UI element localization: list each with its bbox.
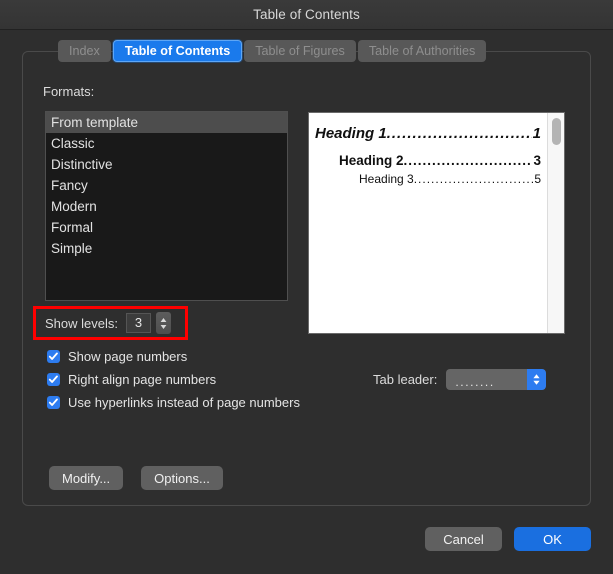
preview-heading-2-line: Heading 2 ..............................… [339, 153, 541, 168]
preview-heading-3-leader: ................................ [414, 172, 534, 186]
checkbox-row-right-align-page-numbers[interactable]: Right align page numbers [47, 368, 300, 391]
list-item-simple[interactable]: Simple [46, 238, 287, 259]
tab-table-of-authorities[interactable]: Table of Authorities [358, 40, 486, 62]
stepper-chevrons-icon [159, 316, 168, 331]
tab-leader-select[interactable]: ........ [446, 369, 546, 390]
checkbox-label-right-align-page-numbers: Right align page numbers [68, 372, 216, 387]
preview-heading-1-page: 1 [532, 125, 541, 142]
tab-leader-value: ........ [446, 377, 494, 387]
preview-scrollbar[interactable] [547, 113, 564, 333]
show-levels-highlight-annotation: Show levels: 3 [33, 306, 188, 340]
preview-heading-3-page: 5 [533, 172, 541, 186]
preview-heading-2-leader: .............................. [404, 153, 533, 168]
tab-index[interactable]: Index [58, 40, 111, 62]
tab-leader-control: Tab leader: ........ [373, 369, 546, 390]
checkbox-right-align-page-numbers[interactable] [47, 373, 60, 386]
list-item-modern[interactable]: Modern [46, 196, 287, 217]
checkbox-show-page-numbers[interactable] [47, 350, 60, 363]
cancel-button[interactable]: Cancel [425, 527, 502, 551]
preview-heading-1-leader: ...................................... [387, 125, 532, 142]
options-checkbox-group: Show page numbers Right align page numbe… [47, 345, 300, 414]
formats-listbox[interactable]: From template Classic Distinctive Fancy … [45, 111, 288, 301]
list-item-classic[interactable]: Classic [46, 133, 287, 154]
list-item-from-template[interactable]: From template [46, 112, 287, 133]
preview-heading-1-text: Heading 1 [315, 125, 387, 142]
checkmark-icon [48, 351, 59, 362]
preview-scrollbar-thumb[interactable] [552, 118, 561, 145]
list-item-fancy[interactable]: Fancy [46, 175, 287, 196]
preview-heading-2-page: 3 [532, 153, 541, 168]
checkmark-icon [48, 374, 59, 385]
preview-heading-1-line: Heading 1 ..............................… [315, 125, 541, 142]
dialog-titlebar: Table of Contents [0, 0, 613, 30]
list-item-distinctive[interactable]: Distinctive [46, 154, 287, 175]
checkbox-row-use-hyperlinks[interactable]: Use hyperlinks instead of page numbers [47, 391, 300, 414]
checkmark-icon [48, 397, 59, 408]
preview-heading-3-text: Heading 3 [359, 172, 414, 186]
tab-table-of-contents[interactable]: Table of Contents [113, 40, 242, 62]
ok-button[interactable]: OK [514, 527, 591, 551]
list-item-formal[interactable]: Formal [46, 217, 287, 238]
lower-button-row: Modify... Options... [49, 466, 223, 490]
print-preview-panel: Heading 1 ..............................… [308, 112, 565, 334]
tab-bar: Index Table of Contents Table of Figures… [58, 40, 488, 62]
checkbox-label-show-page-numbers: Show page numbers [68, 349, 187, 364]
tab-leader-label: Tab leader: [373, 372, 437, 387]
chevron-up-down-icon [531, 372, 542, 387]
dialog-footer-buttons: Cancel OK [425, 527, 591, 551]
checkbox-row-show-page-numbers[interactable]: Show page numbers [47, 345, 300, 368]
tab-table-of-figures[interactable]: Table of Figures [244, 40, 356, 62]
checkbox-label-use-hyperlinks: Use hyperlinks instead of page numbers [68, 395, 300, 410]
checkbox-use-hyperlinks[interactable] [47, 396, 60, 409]
modify-button[interactable]: Modify... [49, 466, 123, 490]
preview-content: Heading 1 ..............................… [309, 113, 547, 333]
show-levels-label: Show levels: [45, 316, 118, 331]
formats-label: Formats: [43, 84, 94, 99]
tab-leader-chevron-button[interactable] [527, 369, 546, 390]
table-of-contents-dialog: Table of Contents Index Table of Content… [0, 0, 613, 574]
show-levels-stepper[interactable] [156, 312, 171, 334]
dialog-title: Table of Contents [253, 7, 360, 22]
options-button[interactable]: Options... [141, 466, 223, 490]
preview-heading-3-line: Heading 3 ..............................… [359, 172, 541, 186]
preview-heading-2-text: Heading 2 [339, 153, 404, 168]
show-levels-input[interactable]: 3 [126, 313, 151, 333]
